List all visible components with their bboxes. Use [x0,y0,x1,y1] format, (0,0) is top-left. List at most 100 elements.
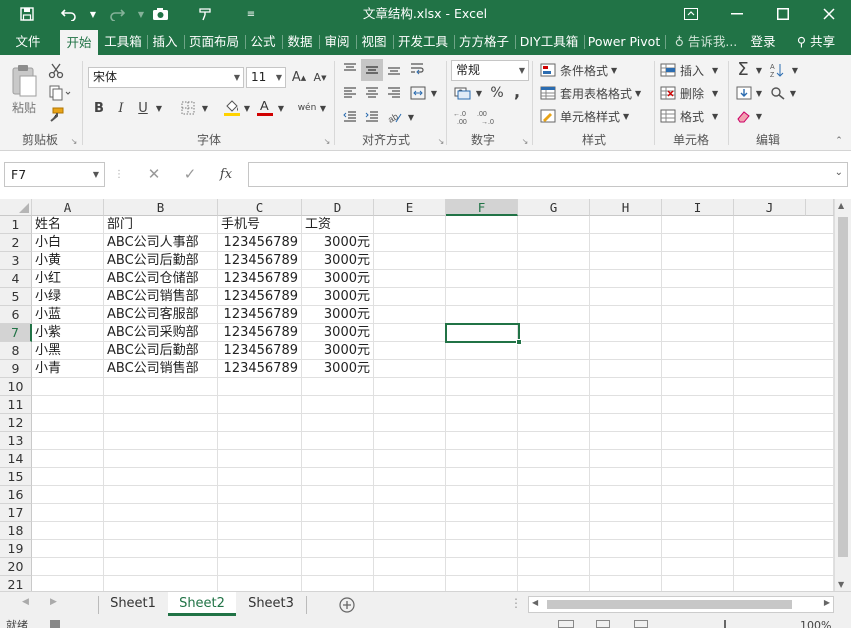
cell-g1[interactable] [518,216,590,234]
column-header-c[interactable]: C [218,199,302,216]
cell-j11[interactable] [734,396,834,414]
tab-diy-toolbox[interactable]: DIY工具箱 [517,28,581,55]
cell-e17[interactable] [374,504,446,522]
cell-j8[interactable] [734,342,834,360]
cell-a11[interactable] [32,396,104,414]
cell-g2[interactable] [518,234,590,252]
expand-formula-bar-icon[interactable]: ⌄ [835,167,843,178]
column-header-f[interactable]: F [446,199,518,216]
cell-i5[interactable] [662,288,734,306]
cell-a14[interactable] [32,450,104,468]
sign-in-button[interactable]: 登录 [746,28,780,55]
cell-c6[interactable]: 123456789 [218,306,302,324]
row-header-5[interactable]: 5 [0,288,32,306]
cell-i9[interactable] [662,360,734,378]
find-select-dropdown-icon[interactable]: ▼ [788,83,798,103]
align-right-icon[interactable] [384,83,404,103]
column-header-j[interactable]: J [734,199,806,216]
cell-a9[interactable]: 小青 [32,360,104,378]
cell-c16[interactable] [218,486,302,504]
camera-icon[interactable] [147,0,173,28]
tab-review[interactable]: 审阅 [321,28,353,55]
cell-g18[interactable] [518,522,590,540]
cell-c18[interactable] [218,522,302,540]
cell-h15[interactable] [590,468,662,486]
insert-function-button[interactable]: fx [210,162,242,187]
cell-b10[interactable] [104,378,218,396]
row-header-9[interactable]: 9 [0,360,32,378]
font-launcher-icon[interactable]: ↘ [322,135,332,147]
cell-h18[interactable] [590,522,662,540]
sheet-prev-icon[interactable]: ◀ [22,597,29,607]
splitter-handle-icon[interactable]: ⋮ [510,596,522,610]
cell-a3[interactable]: 小黄 [32,252,104,270]
alignment-launcher-icon[interactable]: ↘ [436,135,446,147]
tell-me-box[interactable]: ♁ 告诉我... [670,28,742,55]
cell-a20[interactable] [32,558,104,576]
cell-j2[interactable] [734,234,834,252]
cell-f13[interactable] [446,432,518,450]
cell-a7[interactable]: 小紫 [32,324,104,342]
redo-icon[interactable] [104,0,130,28]
page-break-view-icon[interactable] [634,620,648,628]
cell-c5[interactable]: 123456789 [218,288,302,306]
cell-c17[interactable] [218,504,302,522]
cell-g10[interactable] [518,378,590,396]
italic-button[interactable]: I [112,97,130,119]
worksheet-grid[interactable]: ABCDEFGHIJ 1 2 3 4 5 6 7 8 9 10 11 12 13 14 15 16 17 18 19… [0,199,851,594]
cell-c7[interactable]: 123456789 [218,324,302,342]
cell-a13[interactable] [32,432,104,450]
cell-b7[interactable]: ABC公司采购部 [104,324,218,342]
cell-g13[interactable] [518,432,590,450]
cell-h8[interactable] [590,342,662,360]
cell-c19[interactable] [218,540,302,558]
cell-a2[interactable]: 小白 [32,234,104,252]
macro-record-icon[interactable] [50,620,60,628]
cell-i12[interactable] [662,414,734,432]
align-top-icon[interactable] [340,59,360,79]
tab-data[interactable]: 数据 [284,28,316,55]
cell-j7[interactable] [734,324,834,342]
cell-d9[interactable]: 3000元 [302,360,374,378]
cell-b12[interactable] [104,414,218,432]
cell-d19[interactable] [302,540,374,558]
clipboard-launcher-icon[interactable]: ↘ [69,135,79,147]
font-name-select[interactable]: 宋体 ▼ [88,67,244,88]
column-header-b[interactable]: B [104,199,218,216]
cell-b13[interactable] [104,432,218,450]
underline-dropdown-icon[interactable]: ▼ [154,97,164,119]
cell-f8[interactable] [446,342,518,360]
fill-icon[interactable] [734,83,754,103]
cell-b17[interactable] [104,504,218,522]
cell-h10[interactable] [590,378,662,396]
cell-h20[interactable] [590,558,662,576]
cell-j17[interactable] [734,504,834,522]
cell-e16[interactable] [374,486,446,504]
cell-i1[interactable] [662,216,734,234]
decrease-indent-icon[interactable] [340,107,360,127]
cell-c13[interactable] [218,432,302,450]
minimize-icon[interactable] [714,0,760,28]
merge-center-icon[interactable] [407,83,429,103]
cell-styles-button[interactable]: 单元格样式 ▼ [540,106,644,126]
cell-d16[interactable] [302,486,374,504]
align-left-icon[interactable] [340,83,360,103]
clear-dropdown-icon[interactable]: ▼ [754,106,764,126]
cell-g3[interactable] [518,252,590,270]
tab-view[interactable]: 视图 [358,28,390,55]
cell-b2[interactable]: ABC公司人事部 [104,234,218,252]
cell-e14[interactable] [374,450,446,468]
clear-icon[interactable] [734,106,754,126]
align-middle-icon[interactable] [361,59,383,81]
row-header-8[interactable]: 8 [0,342,32,360]
scroll-right-icon[interactable]: ▶ [824,598,830,607]
cell-i10[interactable] [662,378,734,396]
cell-e9[interactable] [374,360,446,378]
cell-b3[interactable]: ABC公司后勤部 [104,252,218,270]
cell-e10[interactable] [374,378,446,396]
cell-g7[interactable] [518,324,590,342]
cell-d20[interactable] [302,558,374,576]
format-cells-button[interactable]: 格式 ▼ [660,106,724,126]
accounting-dropdown-icon[interactable]: ▼ [474,83,484,103]
normal-view-icon[interactable] [558,620,574,628]
